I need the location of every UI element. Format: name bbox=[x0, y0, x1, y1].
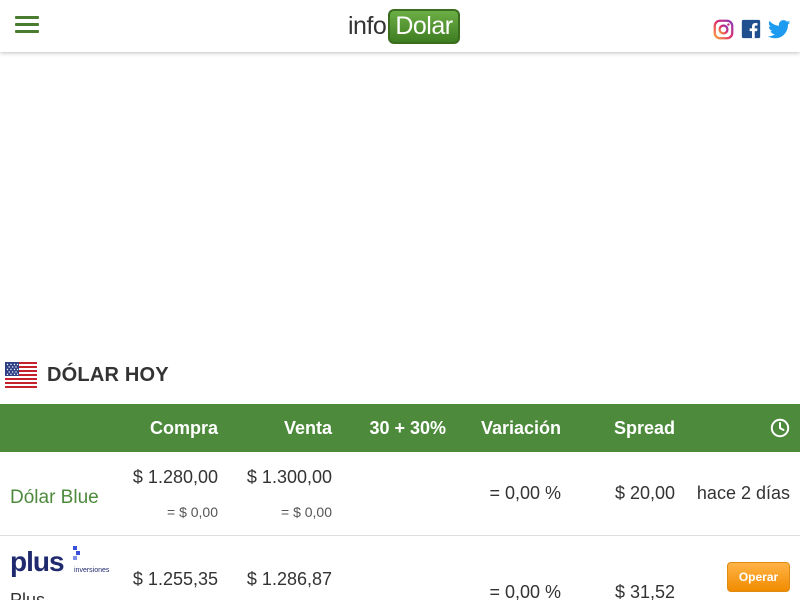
plus-logo-dots bbox=[70, 546, 80, 562]
venta-change: = $ 0,00 bbox=[281, 504, 332, 520]
compra-value: $ 1.255,35 bbox=[132, 569, 218, 589]
plus-logo-sub: inversiones bbox=[74, 567, 110, 574]
variacion-value: = 0,00 % bbox=[489, 483, 561, 503]
spread-value: $ 20,00 bbox=[614, 483, 675, 503]
updated-time: hace 2 días bbox=[696, 483, 790, 503]
header-tax[interactable]: 30 + 30% bbox=[369, 404, 446, 452]
venta-value: $ 1.286,87 bbox=[246, 569, 332, 589]
table-row: plus inversiones Plus $ 1.255,35 $ 1.286… bbox=[0, 536, 800, 600]
header-variacion[interactable]: Variación bbox=[481, 404, 561, 452]
site-logo[interactable]: info Dolar bbox=[348, 9, 460, 44]
header-venta[interactable]: Venta bbox=[284, 404, 332, 452]
plus-logo-word: plus bbox=[10, 546, 65, 577]
table-header: Compra Venta 30 + 30% Variación Spread bbox=[0, 404, 800, 452]
compra-value: $ 1.280,00 bbox=[132, 467, 218, 487]
ad-space bbox=[0, 52, 800, 352]
top-bar: info Dolar bbox=[0, 0, 800, 52]
facebook-icon[interactable] bbox=[741, 18, 761, 40]
logo-box: Dolar bbox=[388, 9, 460, 44]
spread-value: $ 31,52 bbox=[614, 582, 675, 600]
logo-prefix: info bbox=[348, 12, 387, 40]
plus-link[interactable]: Plus bbox=[10, 590, 45, 600]
operar-button[interactable]: Operar bbox=[727, 562, 790, 592]
us-flag-icon bbox=[5, 362, 37, 388]
dolar-blue-link[interactable]: Dólar Blue bbox=[10, 487, 99, 509]
compra-change: = $ 0,00 bbox=[167, 504, 218, 520]
header-compra[interactable]: Compra bbox=[150, 404, 218, 452]
clock-icon[interactable] bbox=[770, 418, 790, 438]
twitter-icon[interactable] bbox=[768, 18, 791, 40]
venta-value: $ 1.300,00 bbox=[246, 467, 332, 487]
plus-logo[interactable]: plus inversiones bbox=[10, 546, 109, 578]
table-row: Dólar Blue $ 1.280,00 = $ 0,00 $ 1.300,0… bbox=[0, 452, 800, 536]
header-spread[interactable]: Spread bbox=[614, 404, 675, 452]
instagram-icon[interactable] bbox=[713, 18, 734, 40]
hamburger-menu-icon[interactable] bbox=[15, 16, 39, 34]
variacion-value: = 0,00 % bbox=[489, 582, 561, 600]
section-title: DÓLAR HOY bbox=[47, 363, 169, 386]
section-header: DÓLAR HOY bbox=[5, 360, 169, 390]
